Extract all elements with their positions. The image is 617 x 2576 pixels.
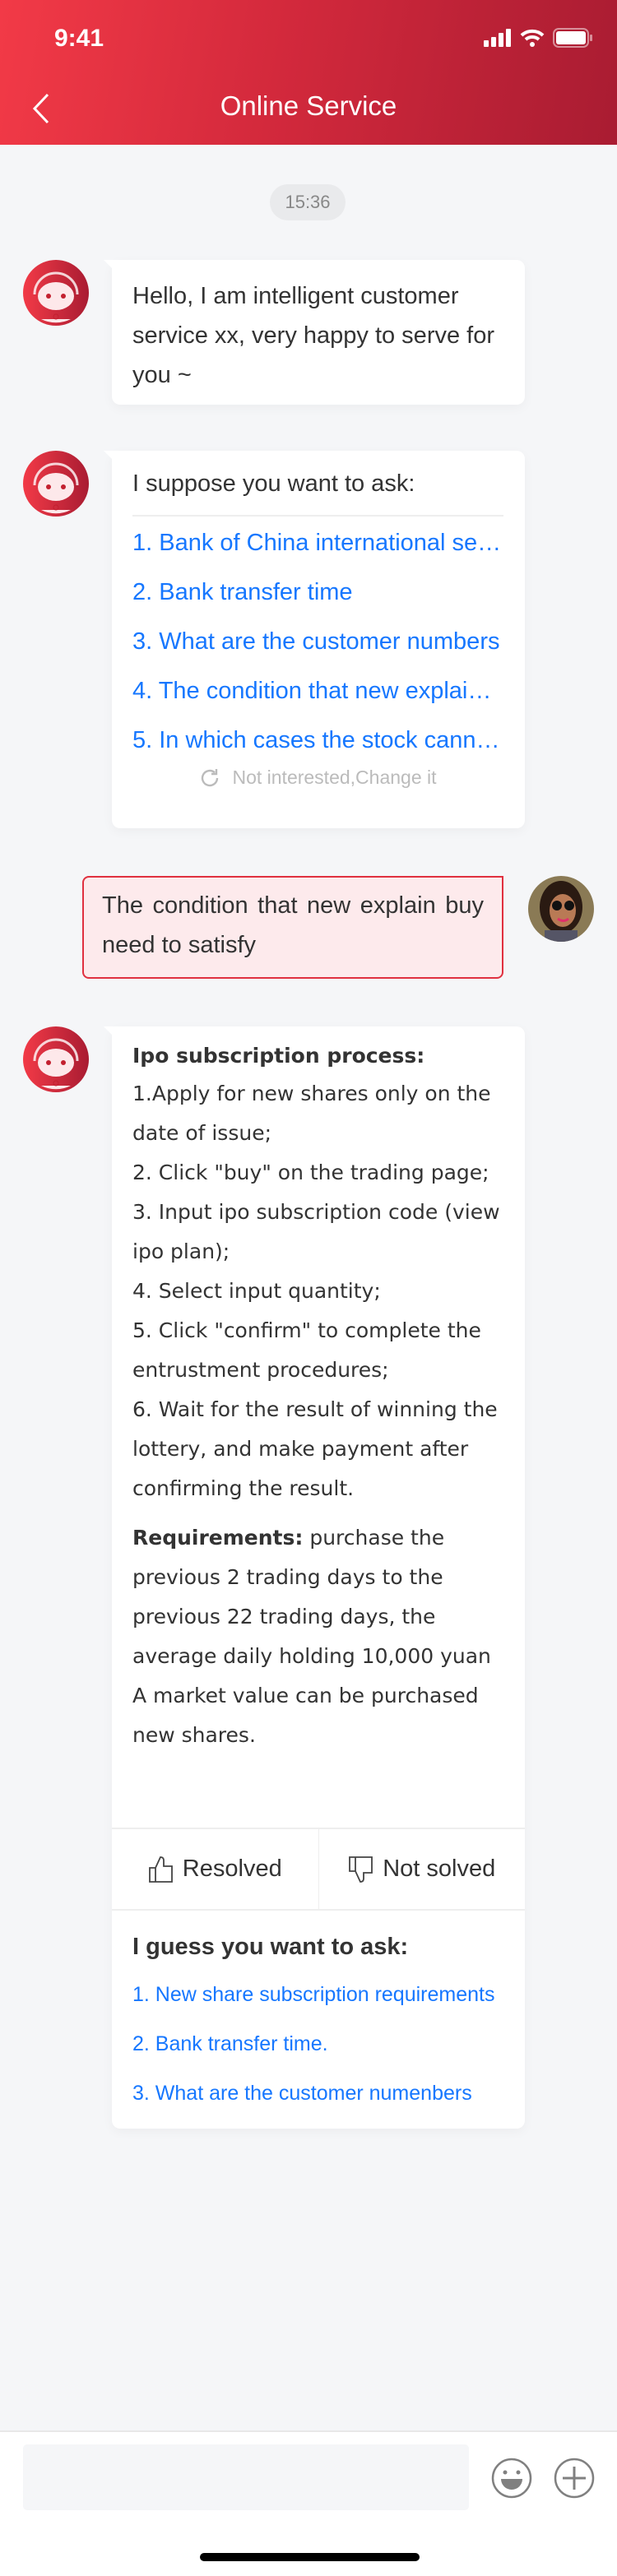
requirements-text: purchase the previous 2 trading days to … — [132, 1526, 491, 1747]
page-title: Online Service — [220, 90, 397, 121]
requirements: Requirements: purchase the previous 2 tr… — [132, 1518, 503, 1755]
battery-icon — [553, 28, 592, 48]
resolved-button[interactable]: Resolved — [112, 1829, 319, 1909]
suggestion-link[interactable]: 4. The condition that new explain buy ne… — [132, 666, 503, 716]
timestamp: 15:36 — [270, 184, 346, 220]
change-label: Not interested,Change it — [232, 767, 437, 788]
suggestion-link[interactable]: 1. Bank of China international securitie… — [132, 518, 503, 568]
user-avatar — [528, 876, 594, 942]
emoji-icon[interactable] — [491, 2458, 532, 2499]
answer-title: Ipo subscription process: — [132, 1044, 425, 1068]
suggestion-link[interactable]: 5. In which cases the stock cannot be tr… — [132, 716, 503, 765]
refresh-icon — [202, 768, 219, 786]
signal-icon — [484, 29, 511, 47]
guess-link[interactable]: 3. What are the customer numenbers — [132, 2069, 503, 2118]
resolved-label: Resolved — [182, 1856, 282, 1882]
input-bar — [0, 2430, 617, 2576]
bot-avatar — [23, 1026, 89, 1092]
not-solved-button[interactable]: Not solved — [319, 1829, 526, 1909]
change-suggestions-button[interactable]: Not interested,Change it — [132, 767, 503, 789]
message-input[interactable] — [23, 2444, 469, 2510]
feedback-row: Resolved Not solved — [112, 1828, 525, 1911]
suggestion-link[interactable]: 3. What are the customer numbers — [132, 617, 503, 666]
guess-link[interactable]: 2. Bank transfer time. — [132, 2019, 503, 2069]
nav-header: 9:41 Online Service — [0, 0, 617, 145]
thumbs-down-icon — [349, 1856, 373, 1883]
home-indicator — [200, 2553, 420, 2561]
bot-message-greeting: Hello, I am intelligent customer service… — [112, 260, 525, 405]
bot-avatar — [23, 451, 89, 517]
greeting-text: Hello, I am intelligent customer service… — [132, 283, 494, 388]
status-time: 9:41 — [54, 25, 104, 52]
bot-avatar — [23, 260, 89, 326]
answer-step: 2. Click "buy" on the trading page; — [132, 1161, 489, 1184]
bot-message-answer: Ipo subscription process: 1.Apply for ne… — [112, 1026, 525, 2129]
guess-link[interactable]: 1. New share subscription requirements — [132, 1970, 503, 2019]
status-icons — [484, 28, 592, 48]
suggest-heading: I suppose you want to ask: — [132, 464, 503, 517]
answer-step: 6. Wait for the result of winning the lo… — [132, 1397, 498, 1500]
thumbs-up-icon — [148, 1856, 173, 1883]
requirements-label: Requirements: — [132, 1526, 304, 1550]
not-solved-label: Not solved — [383, 1856, 496, 1882]
wifi-icon — [520, 29, 545, 47]
bot-message-suggestions: I suppose you want to ask: 1. Bank of Ch… — [112, 451, 525, 828]
answer-step: 5. Click "confirm" to complete the entru… — [132, 1318, 481, 1382]
answer-step: 4. Select input quantity; — [132, 1279, 381, 1303]
answer-step: 3. Input ipo subscription code (view ipo… — [132, 1200, 500, 1263]
user-message: The condition that new explain buy need … — [82, 876, 503, 979]
guess-heading: I guess you want to ask: — [132, 1934, 409, 1960]
suggestion-link[interactable]: 2. Bank transfer time — [132, 568, 503, 617]
plus-icon[interactable] — [554, 2458, 595, 2499]
answer-step: 1.Apply for new shares only on the date … — [132, 1082, 491, 1145]
